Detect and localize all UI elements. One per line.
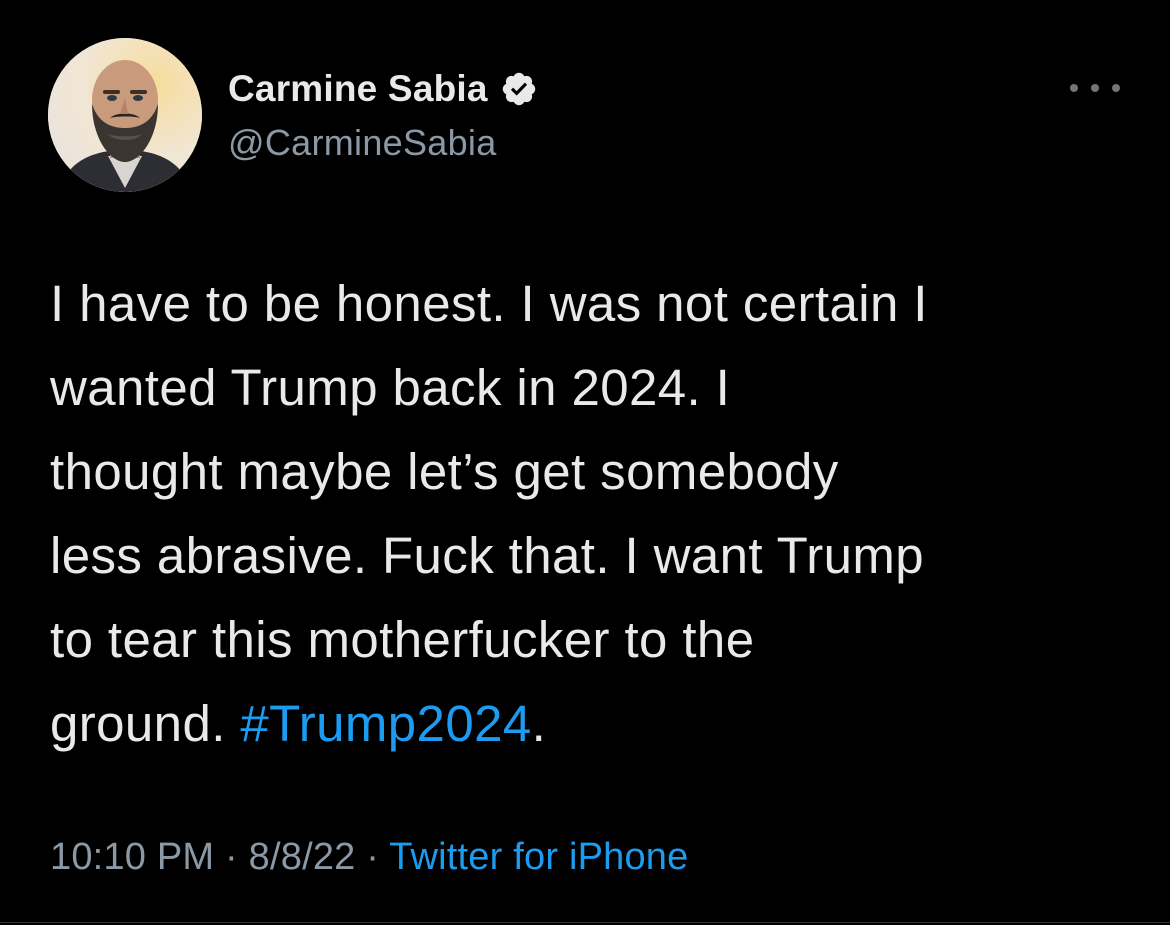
more-options-icon[interactable] [1070,76,1120,100]
author-handle[interactable]: @CarmineSabia [228,122,538,164]
tweet-text-fragment: ground. [50,695,241,752]
tweet-text-line: thought maybe let’s get somebody [50,443,839,500]
tweet-text-line: less abrasive. Fuck that. I want Trump [50,527,925,584]
tweet-date[interactable]: 8/8/22 [249,836,356,878]
verified-badge-icon [500,70,538,108]
avatar[interactable] [48,38,202,192]
more-dot [1091,84,1099,92]
avatar-image [48,38,202,192]
author-block: Carmine Sabia @CarmineSabia [228,66,538,164]
meta-separator: · [355,836,390,878]
author-name-row: Carmine Sabia [228,66,538,112]
tweet-card: Carmine Sabia @CarmineSabia I have to be… [0,0,1170,925]
tweet-text-line: I have to be honest. I was not certain I [50,275,928,332]
tweet-text: I have to be honest. I was not certain I… [50,262,1140,766]
tweet-meta: 10:10 PM · 8/8/22 · Twitter for iPhone [50,836,688,879]
divider [0,922,1170,923]
tweet-time[interactable]: 10:10 PM [50,836,214,878]
author-display-name[interactable]: Carmine Sabia [228,68,488,110]
tweet-text-trailing: . [531,695,547,752]
hashtag-link[interactable]: #Trump2024 [240,695,531,752]
tweet-text-line: to tear this motherfucker to the [50,611,755,668]
meta-separator: · [214,836,249,878]
tweet-text-line: wanted Trump back in 2024. I [50,359,731,416]
more-dot [1070,84,1078,92]
more-dot [1112,84,1120,92]
tweet-source-link[interactable]: Twitter for iPhone [389,836,688,878]
tweet-text-last-line: ground. #Trump2024. [50,682,1140,766]
